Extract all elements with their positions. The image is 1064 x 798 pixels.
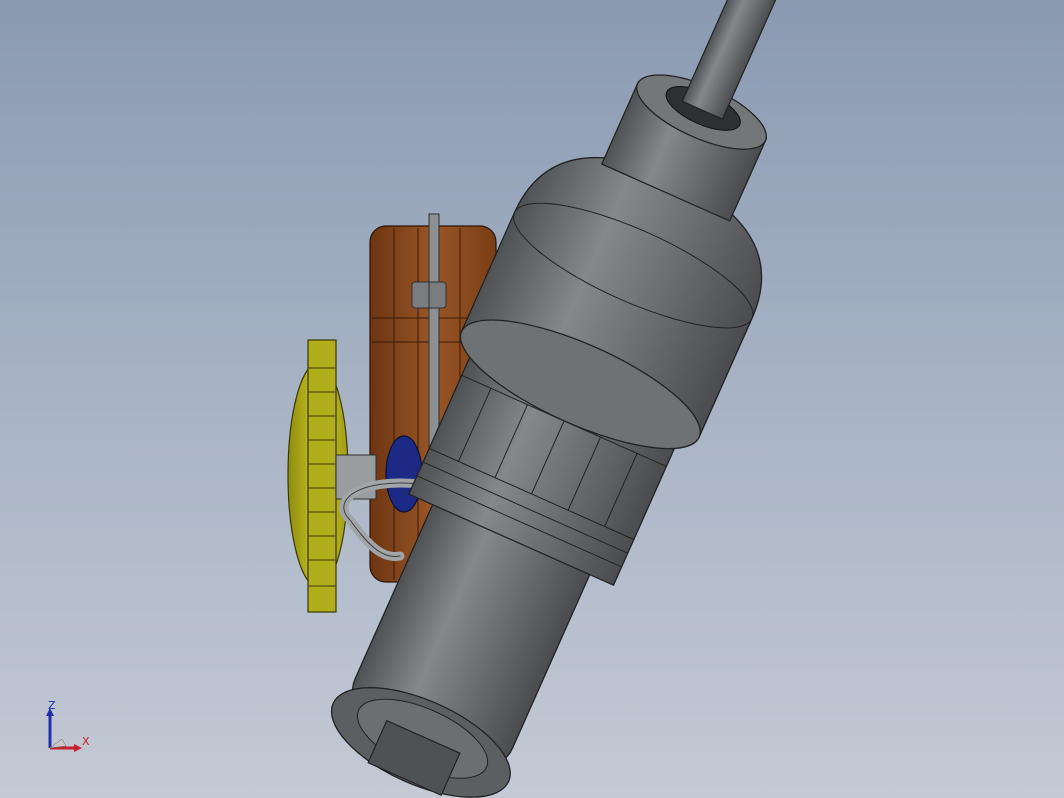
graphics-viewport[interactable]: Z X (0, 0, 1064, 798)
axis-triad: Z X (38, 698, 98, 756)
cad-model-tool[interactable] (0, 0, 1064, 798)
z-axis-label: Z (48, 699, 56, 712)
motor-cap[interactable] (385, 435, 423, 513)
blade-disc[interactable] (287, 339, 377, 613)
x-axis-label: X (82, 735, 90, 748)
